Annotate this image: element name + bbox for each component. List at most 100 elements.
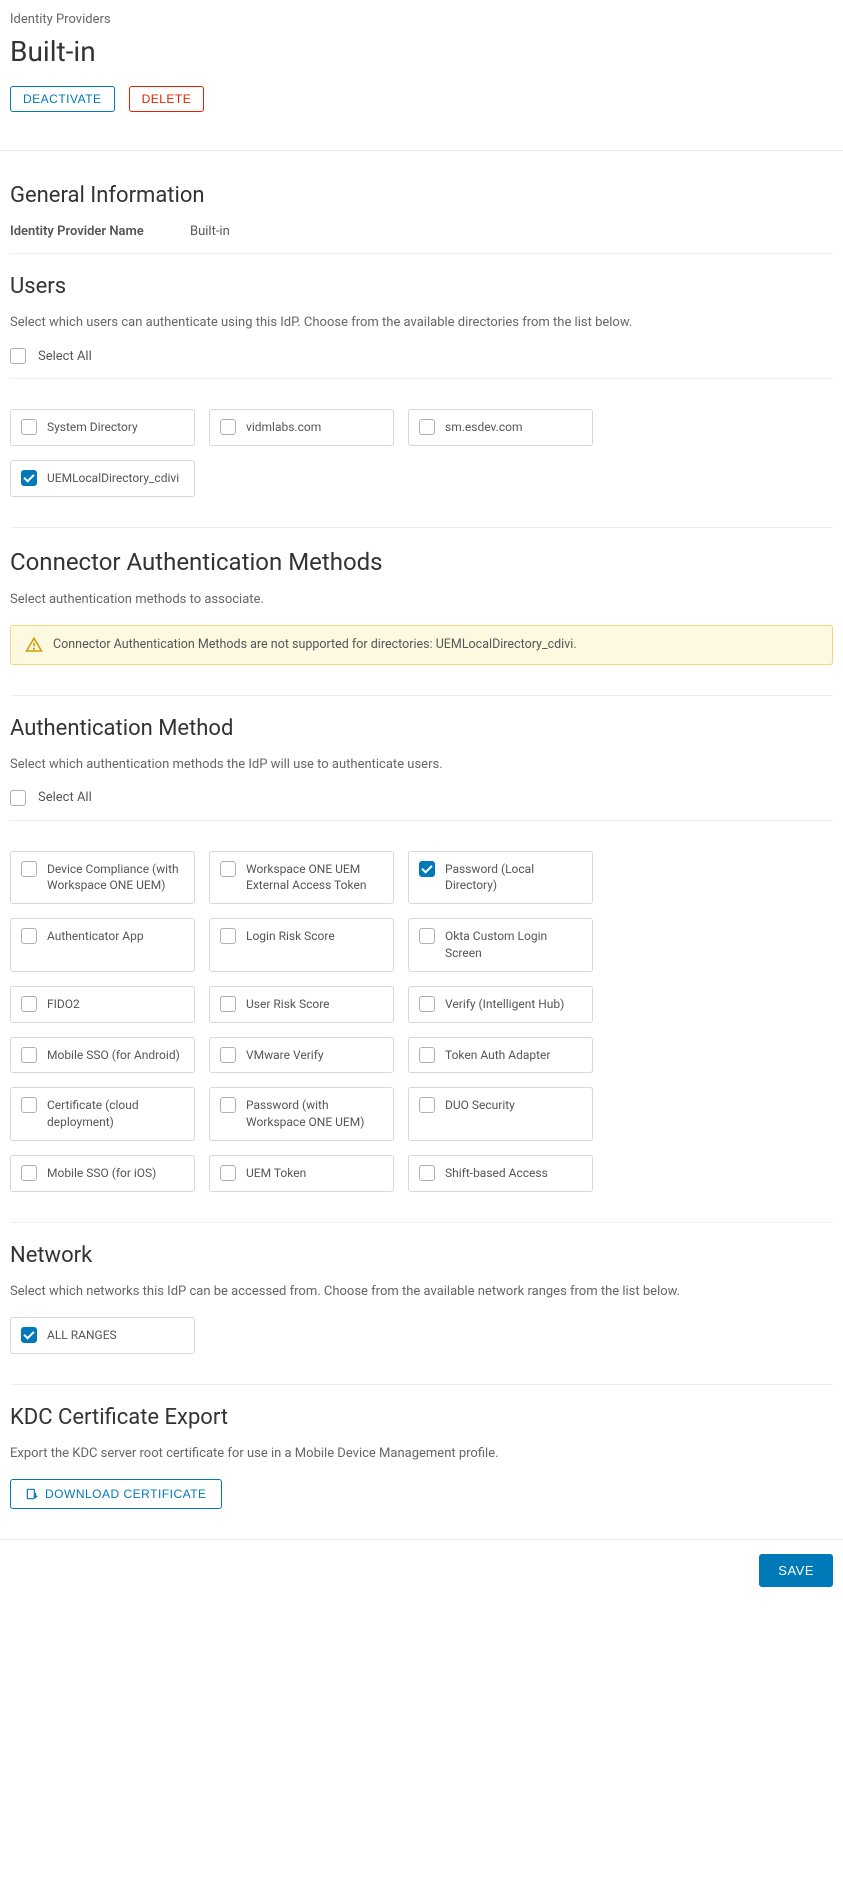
section-auth-method: Authentication Method Select which authe… [10, 696, 833, 1223]
section-description: Select which users can authenticate usin… [10, 315, 833, 330]
auth-method-option[interactable]: Workspace ONE UEM External Access Token [209, 851, 394, 905]
section-description: Select authentication methods to associa… [10, 592, 833, 607]
auth-method-option[interactable]: Mobile SSO (for iOS) [10, 1155, 195, 1192]
idp-name-label: Identity Provider Name [10, 224, 190, 239]
users-label: System Directory [47, 419, 138, 436]
auth-method-checkbox[interactable] [220, 928, 236, 944]
auth-method-checkbox[interactable] [21, 861, 37, 877]
auth-method-label: Workspace ONE UEM External Access Token [246, 861, 383, 895]
network-label: ALL RANGES [47, 1327, 117, 1344]
auth-method-checkbox[interactable] [220, 996, 236, 1012]
section-description: Select which authentication methods the … [10, 757, 833, 772]
auth-method-option[interactable]: FIDO2 [10, 986, 195, 1023]
section-description: Select which networks this IdP can be ac… [10, 1284, 833, 1299]
users-checkbox[interactable] [220, 419, 236, 435]
auth-method-checkbox[interactable] [220, 861, 236, 877]
auth-select-all-label: Select All [38, 790, 92, 805]
section-heading: Network [10, 1243, 833, 1268]
auth-method-checkbox[interactable] [220, 1165, 236, 1181]
auth-method-checkbox[interactable] [21, 996, 37, 1012]
save-button[interactable]: SAVE [759, 1554, 833, 1587]
section-general-information: General Information Identity Provider Na… [10, 163, 833, 254]
network-checkbox[interactable] [21, 1327, 37, 1343]
auth-method-option[interactable]: Mobile SSO (for Android) [10, 1037, 195, 1074]
auth-method-label: VMware Verify [246, 1047, 324, 1064]
users-checkbox[interactable] [419, 419, 435, 435]
auth-method-option[interactable]: Token Auth Adapter [408, 1037, 593, 1074]
users-checkbox[interactable] [21, 419, 37, 435]
auth-method-label: Login Risk Score [246, 928, 335, 945]
auth-method-checkbox[interactable] [419, 1047, 435, 1063]
auth-method-label: UEM Token [246, 1165, 306, 1182]
auth-method-checkbox[interactable] [419, 928, 435, 944]
section-heading: Authentication Method [10, 716, 833, 741]
delete-button[interactable]: DELETE [129, 86, 205, 112]
auth-method-label: DUO Security [445, 1097, 515, 1114]
users-select-all-label: Select All [38, 349, 92, 364]
auth-method-checkbox[interactable] [419, 1097, 435, 1113]
auth-method-checkbox[interactable] [21, 1165, 37, 1181]
auth-method-option[interactable]: Password (with Workspace ONE UEM) [209, 1087, 394, 1141]
users-label: UEMLocalDirectory_cdivi [47, 470, 179, 487]
users-option[interactable]: System Directory [10, 409, 195, 446]
auth-method-checkbox[interactable] [220, 1047, 236, 1063]
auth-method-option[interactable]: User Risk Score [209, 986, 394, 1023]
users-checkbox[interactable] [21, 470, 37, 486]
breadcrumb[interactable]: Identity Providers [10, 12, 833, 27]
section-users: Users Select which users can authenticat… [10, 254, 833, 528]
auth-method-checkbox[interactable] [419, 996, 435, 1012]
section-kdc: KDC Certificate Export Export the KDC se… [10, 1385, 833, 1509]
users-option[interactable]: vidmlabs.com [209, 409, 394, 446]
warning-text: Connector Authentication Methods are not… [53, 637, 577, 652]
auth-method-option[interactable]: Authenticator App [10, 918, 195, 972]
users-option[interactable]: UEMLocalDirectory_cdivi [10, 460, 195, 497]
auth-method-label: Device Compliance (with Workspace ONE UE… [47, 861, 184, 895]
idp-name-value: Built-in [190, 224, 230, 239]
auth-method-option[interactable]: Login Risk Score [209, 918, 394, 972]
footer-bar: SAVE [0, 1539, 843, 1607]
auth-method-label: User Risk Score [246, 996, 330, 1013]
auth-method-checkbox[interactable] [21, 1097, 37, 1113]
auth-method-label: Shift-based Access [445, 1165, 548, 1182]
auth-method-label: Certificate (cloud deployment) [47, 1097, 184, 1131]
auth-method-label: FIDO2 [47, 996, 80, 1013]
auth-method-checkbox[interactable] [220, 1097, 236, 1113]
auth-method-label: Verify (Intelligent Hub) [445, 996, 564, 1013]
auth-method-checkbox[interactable] [419, 861, 435, 877]
download-certificate-button[interactable]: DOWNLOAD CERTIFICATE [10, 1479, 222, 1509]
auth-method-option[interactable]: Password (Local Directory) [408, 851, 593, 905]
page-title: Built-in [10, 35, 833, 68]
users-label: vidmlabs.com [246, 419, 321, 436]
auth-method-checkbox[interactable] [21, 928, 37, 944]
deactivate-button[interactable]: DEACTIVATE [10, 86, 115, 112]
auth-select-all-checkbox[interactable] [10, 790, 26, 806]
users-option[interactable]: sm.esdev.com [408, 409, 593, 446]
auth-method-label: Token Auth Adapter [445, 1047, 550, 1064]
auth-method-option[interactable]: Shift-based Access [408, 1155, 593, 1192]
auth-method-label: Password (with Workspace ONE UEM) [246, 1097, 383, 1131]
section-network: Network Select which networks this IdP c… [10, 1223, 833, 1385]
section-heading: Connector Authentication Methods [10, 548, 833, 576]
auth-method-label: Mobile SSO (for Android) [47, 1047, 180, 1064]
download-certificate-label: DOWNLOAD CERTIFICATE [45, 1487, 207, 1501]
auth-method-option[interactable]: Device Compliance (with Workspace ONE UE… [10, 851, 195, 905]
auth-method-option[interactable]: DUO Security [408, 1087, 593, 1141]
auth-method-label: Okta Custom Login Screen [445, 928, 582, 962]
section-description: Export the KDC server root certificate f… [10, 1446, 833, 1461]
section-connector-auth: Connector Authentication Methods Select … [10, 528, 833, 696]
auth-method-label: Authenticator App [47, 928, 144, 945]
users-select-all-checkbox[interactable] [10, 348, 26, 364]
section-heading: KDC Certificate Export [10, 1405, 833, 1430]
section-heading: General Information [10, 183, 833, 208]
auth-method-option[interactable]: UEM Token [209, 1155, 394, 1192]
auth-method-checkbox[interactable] [21, 1047, 37, 1063]
warning-banner: Connector Authentication Methods are not… [10, 625, 833, 665]
auth-method-option[interactable]: VMware Verify [209, 1037, 394, 1074]
auth-method-option[interactable]: Certificate (cloud deployment) [10, 1087, 195, 1141]
auth-method-checkbox[interactable] [419, 1165, 435, 1181]
auth-method-option[interactable]: Verify (Intelligent Hub) [408, 986, 593, 1023]
section-heading: Users [10, 274, 833, 299]
auth-method-option[interactable]: Okta Custom Login Screen [408, 918, 593, 972]
network-option[interactable]: ALL RANGES [10, 1317, 195, 1354]
users-label: sm.esdev.com [445, 419, 523, 436]
